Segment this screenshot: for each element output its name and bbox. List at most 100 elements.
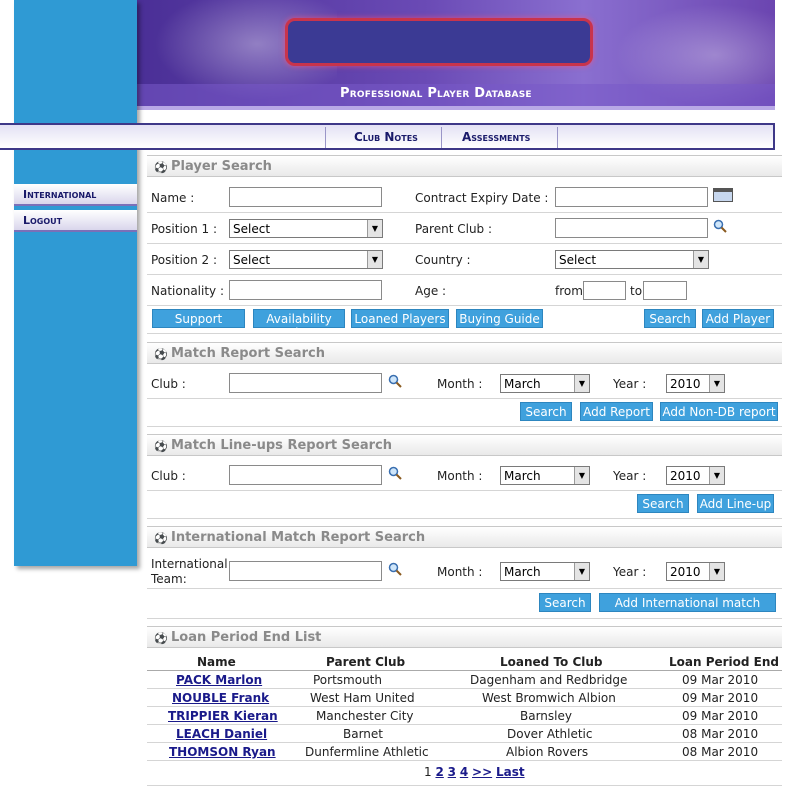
player-name-link[interactable]: TRIPPIER Kieran (168, 709, 278, 723)
section-header: ⚽ Player Search (147, 155, 782, 177)
search-icon[interactable] (713, 219, 727, 233)
international-section: ⚽ International Match Report Search Inte… (147, 526, 782, 624)
divider (147, 760, 782, 761)
loan-list-section: ⚽ Loan Period End List Name Parent Club … (147, 626, 782, 788)
year-select[interactable]: 2010 ▼ (666, 562, 725, 581)
search-button[interactable]: Search (644, 309, 696, 328)
international-team-label: Team: (151, 572, 187, 586)
club-input[interactable] (229, 465, 382, 485)
month-select[interactable]: March ▼ (500, 562, 590, 581)
loan-end-cell: 08 Mar 2010 (682, 727, 759, 741)
column-header-parent-club: Parent Club (326, 655, 406, 669)
name-label: Name : (151, 191, 195, 205)
year-select[interactable]: 2010 ▼ (666, 466, 725, 485)
loaned-to-cell: Dagenham and Redbridge (470, 673, 628, 687)
logo-placeholder (285, 18, 593, 66)
player-name-link[interactable]: LEACH Daniel (176, 727, 267, 741)
club-input[interactable] (229, 373, 382, 393)
nationality-label: Nationality : (151, 284, 225, 298)
loaned-to-cell: Barnsley (520, 709, 572, 723)
player-search-section: ⚽ Player Search Name : Contract Expiry D… (147, 155, 782, 340)
section-header: ⚽ Loan Period End List (147, 626, 782, 648)
position1-select[interactable]: Select ▼ (229, 219, 383, 238)
age-to-input[interactable] (643, 281, 687, 300)
year-label: Year : (613, 469, 647, 483)
club-label: Club : (151, 377, 186, 391)
player-name-link[interactable]: THOMSON Ryan (169, 745, 276, 759)
contract-expiry-input[interactable] (555, 187, 708, 207)
divider (147, 706, 782, 707)
loaned-players-button[interactable]: Loaned Players (351, 309, 449, 328)
add-player-button[interactable]: Add Player (702, 309, 774, 328)
divider (147, 618, 782, 619)
divider (147, 490, 782, 491)
sidebar-item-international[interactable]: International (14, 184, 137, 206)
buying-guide-button[interactable]: Buying Guide (456, 309, 543, 328)
search-button[interactable]: Search (520, 402, 572, 421)
international-team-label: International (151, 557, 228, 571)
contract-expiry-label: Contract Expiry Date : (415, 191, 549, 205)
month-label: Month : (437, 377, 483, 391)
sidebar-item-logout[interactable]: Logout (14, 210, 137, 232)
parent-club-cell: Manchester City (316, 709, 414, 723)
chevron-down-icon: ▼ (709, 563, 724, 580)
page-next-link[interactable]: >> (472, 765, 492, 779)
search-button[interactable]: Search (637, 494, 689, 513)
support-centre-button[interactable]: Support Centre (152, 309, 245, 340)
position1-label: Position 1 : (151, 222, 218, 236)
add-report-button[interactable]: Add Report (580, 402, 653, 421)
search-button[interactable]: Search (539, 593, 591, 612)
page-link-3[interactable]: 3 (448, 765, 456, 779)
tab-assessments[interactable]: Assessments (462, 130, 530, 144)
search-icon[interactable] (388, 562, 402, 576)
age-from-input[interactable] (583, 281, 626, 300)
football-icon: ⚽ (154, 632, 168, 645)
player-name-link[interactable]: NOUBLE Frank (172, 691, 269, 705)
name-input[interactable] (229, 187, 382, 207)
player-name-link[interactable]: PACK Marlon (176, 673, 262, 687)
age-to-label: to (630, 284, 643, 298)
month-value: March (504, 565, 541, 579)
pagination: 1 2 3 4 >> Last (424, 765, 525, 779)
divider (147, 588, 782, 589)
add-lineup-button[interactable]: Add Line-up (697, 494, 774, 513)
football-icon: ⚽ (154, 440, 168, 453)
month-label: Month : (437, 565, 483, 579)
nationality-input[interactable] (229, 280, 382, 300)
loaned-to-cell: Dover Athletic (507, 727, 593, 741)
month-value: March (504, 469, 541, 483)
page-link-2[interactable]: 2 (435, 765, 443, 779)
position2-select[interactable]: Select ▼ (229, 250, 383, 269)
loaned-to-cell: West Bromwich Albion (482, 691, 616, 705)
month-select[interactable]: March ▼ (500, 374, 590, 393)
month-value: March (504, 377, 541, 391)
parent-club-cell: Dunfermline Athletic (305, 745, 429, 759)
divider (147, 398, 782, 399)
section-header: ⚽ Match Report Search (147, 342, 782, 364)
search-icon[interactable] (388, 466, 402, 480)
year-label: Year : (613, 377, 647, 391)
search-icon[interactable] (388, 374, 402, 388)
calendar-icon[interactable] (713, 188, 733, 202)
year-select[interactable]: 2010 ▼ (666, 374, 725, 393)
chevron-down-icon: ▼ (367, 251, 382, 268)
page-last-link[interactable]: Last (496, 765, 525, 779)
position1-value: Select (233, 222, 271, 236)
international-team-input[interactable] (229, 561, 382, 581)
football-icon: ⚽ (154, 348, 168, 361)
add-non-db-report-button[interactable]: Add Non-DB report (660, 402, 778, 421)
app-title: Professional Player Database (340, 86, 532, 101)
country-select[interactable]: Select ▼ (555, 250, 709, 269)
divider (147, 274, 782, 275)
tab-club-notes[interactable]: Club Notes (354, 130, 418, 144)
divider (147, 518, 782, 519)
page-link-4[interactable]: 4 (460, 765, 468, 779)
chevron-down-icon: ▼ (709, 375, 724, 392)
year-value: 2010 (670, 565, 701, 579)
add-international-report-button[interactable]: Add International match report (599, 593, 776, 624)
month-select[interactable]: March ▼ (500, 466, 590, 485)
year-value: 2010 (670, 469, 701, 483)
parent-club-input[interactable] (555, 218, 708, 238)
availability-list-button[interactable]: Availability List (253, 309, 345, 340)
age-from-label: from (555, 284, 583, 298)
